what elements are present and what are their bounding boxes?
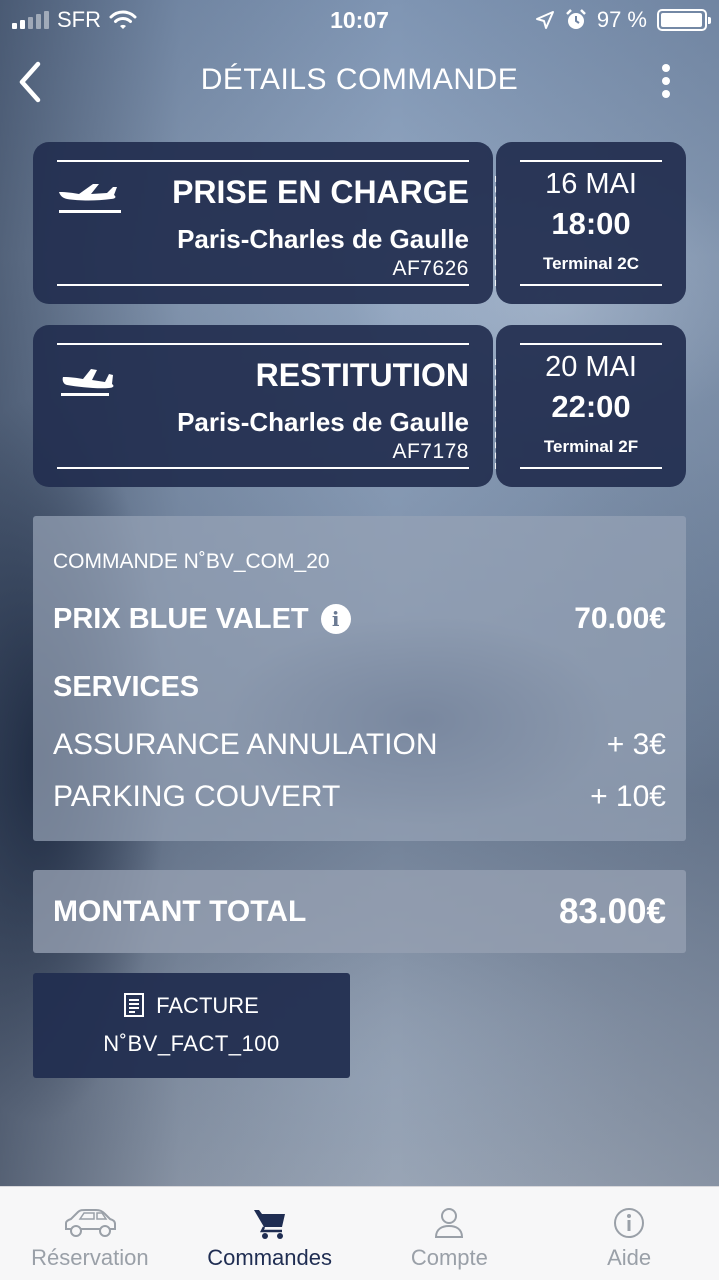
top-bar: DÉTAILS COMMANDE bbox=[0, 50, 719, 110]
return-terminal: Terminal 2F bbox=[543, 437, 639, 456]
order-reference: COMMANDE N˚BV_COM_20 bbox=[53, 550, 330, 573]
pickup-schedule: 16 MAI 18:00 Terminal 2C bbox=[496, 142, 686, 304]
service-row: ASSURANCE ANNULATION + 3€ bbox=[53, 728, 666, 762]
price-row: PRIX BLUE VALET i 70.00€ bbox=[53, 602, 666, 636]
service-label: PARKING COUVERT bbox=[53, 780, 341, 813]
plane-takeoff-icon bbox=[59, 184, 121, 213]
tab-label: Aide bbox=[607, 1245, 652, 1270]
return-date: 20 MAI bbox=[545, 351, 637, 383]
total-value: 83.00€ bbox=[558, 891, 666, 931]
tab-commandes[interactable]: Commandes bbox=[180, 1187, 360, 1280]
status-bar: SFR 10:07 97 % bbox=[0, 0, 719, 40]
more-vertical-icon[interactable] bbox=[659, 64, 673, 98]
services-heading: SERVICES bbox=[53, 671, 200, 703]
cart-icon bbox=[253, 1210, 285, 1239]
total-row: MONTANT TOTAL 83.00€ bbox=[33, 870, 686, 953]
return-details: RESTITUTION Paris-Charles de Gaulle AF71… bbox=[33, 325, 493, 487]
pickup-airport: Paris-Charles de Gaulle bbox=[177, 224, 469, 254]
service-value: + 10€ bbox=[590, 780, 666, 813]
tab-compte[interactable]: Compte bbox=[360, 1187, 540, 1280]
return-card[interactable]: RESTITUTION Paris-Charles de Gaulle AF71… bbox=[33, 325, 686, 487]
price-label: PRIX BLUE VALET bbox=[53, 602, 309, 635]
info-icon[interactable]: i bbox=[320, 604, 351, 634]
battery-icon bbox=[657, 9, 711, 31]
price-value: 70.00€ bbox=[574, 602, 666, 635]
tab-bar: Réservation Commandes Compte Aide bbox=[0, 1186, 719, 1280]
service-row: PARKING COUVERT + 10€ bbox=[53, 780, 666, 814]
pickup-card[interactable]: PRISE EN CHARGE Paris-Charles de Gaulle … bbox=[33, 142, 686, 304]
return-airport: Paris-Charles de Gaulle bbox=[177, 407, 469, 437]
return-schedule: 20 MAI 22:00 Terminal 2F bbox=[496, 325, 686, 487]
pickup-terminal: Terminal 2C bbox=[542, 254, 640, 273]
invoice-button[interactable]: FACTURE N˚BV_FACT_100 bbox=[33, 973, 350, 1078]
return-flight-number: AF7178 bbox=[392, 440, 469, 463]
return-label: RESTITUTION bbox=[255, 357, 469, 393]
invoice-label: FACTURE bbox=[156, 993, 259, 1018]
total-label: MONTANT TOTAL bbox=[53, 894, 307, 928]
alarm-icon bbox=[565, 9, 586, 29]
location-arrow-icon bbox=[535, 11, 554, 29]
order-summary: COMMANDE N˚BV_COM_20 PRIX BLUE VALET i 7… bbox=[33, 516, 686, 841]
pickup-details: PRISE EN CHARGE Paris-Charles de Gaulle … bbox=[33, 142, 493, 304]
service-label: ASSURANCE ANNULATION bbox=[53, 728, 438, 761]
services-heading-row: SERVICES bbox=[53, 671, 666, 704]
service-value: + 3€ bbox=[606, 728, 666, 761]
tab-aide[interactable]: Aide bbox=[539, 1187, 719, 1280]
tab-label: Commandes bbox=[207, 1245, 332, 1270]
tab-reservation[interactable]: Réservation bbox=[0, 1187, 180, 1280]
invoice-icon bbox=[124, 993, 145, 1017]
pickup-flight-number: AF7626 bbox=[392, 257, 469, 280]
pickup-label: PRISE EN CHARGE bbox=[172, 174, 469, 210]
plane-landing-icon bbox=[61, 369, 114, 396]
car-icon bbox=[64, 1209, 116, 1237]
invoice-number: N˚BV_FACT_100 bbox=[103, 1031, 280, 1056]
pickup-date: 16 MAI bbox=[545, 168, 637, 200]
page-title: DÉTAILS COMMANDE bbox=[200, 63, 519, 96]
battery-percent: 97 % bbox=[596, 7, 647, 32]
return-time: 22:00 bbox=[551, 389, 631, 424]
user-icon bbox=[435, 1208, 464, 1238]
tab-label: Compte bbox=[410, 1245, 488, 1270]
tab-label: Réservation bbox=[31, 1245, 149, 1270]
info-icon bbox=[614, 1208, 645, 1238]
pickup-time: 18:00 bbox=[551, 206, 631, 241]
